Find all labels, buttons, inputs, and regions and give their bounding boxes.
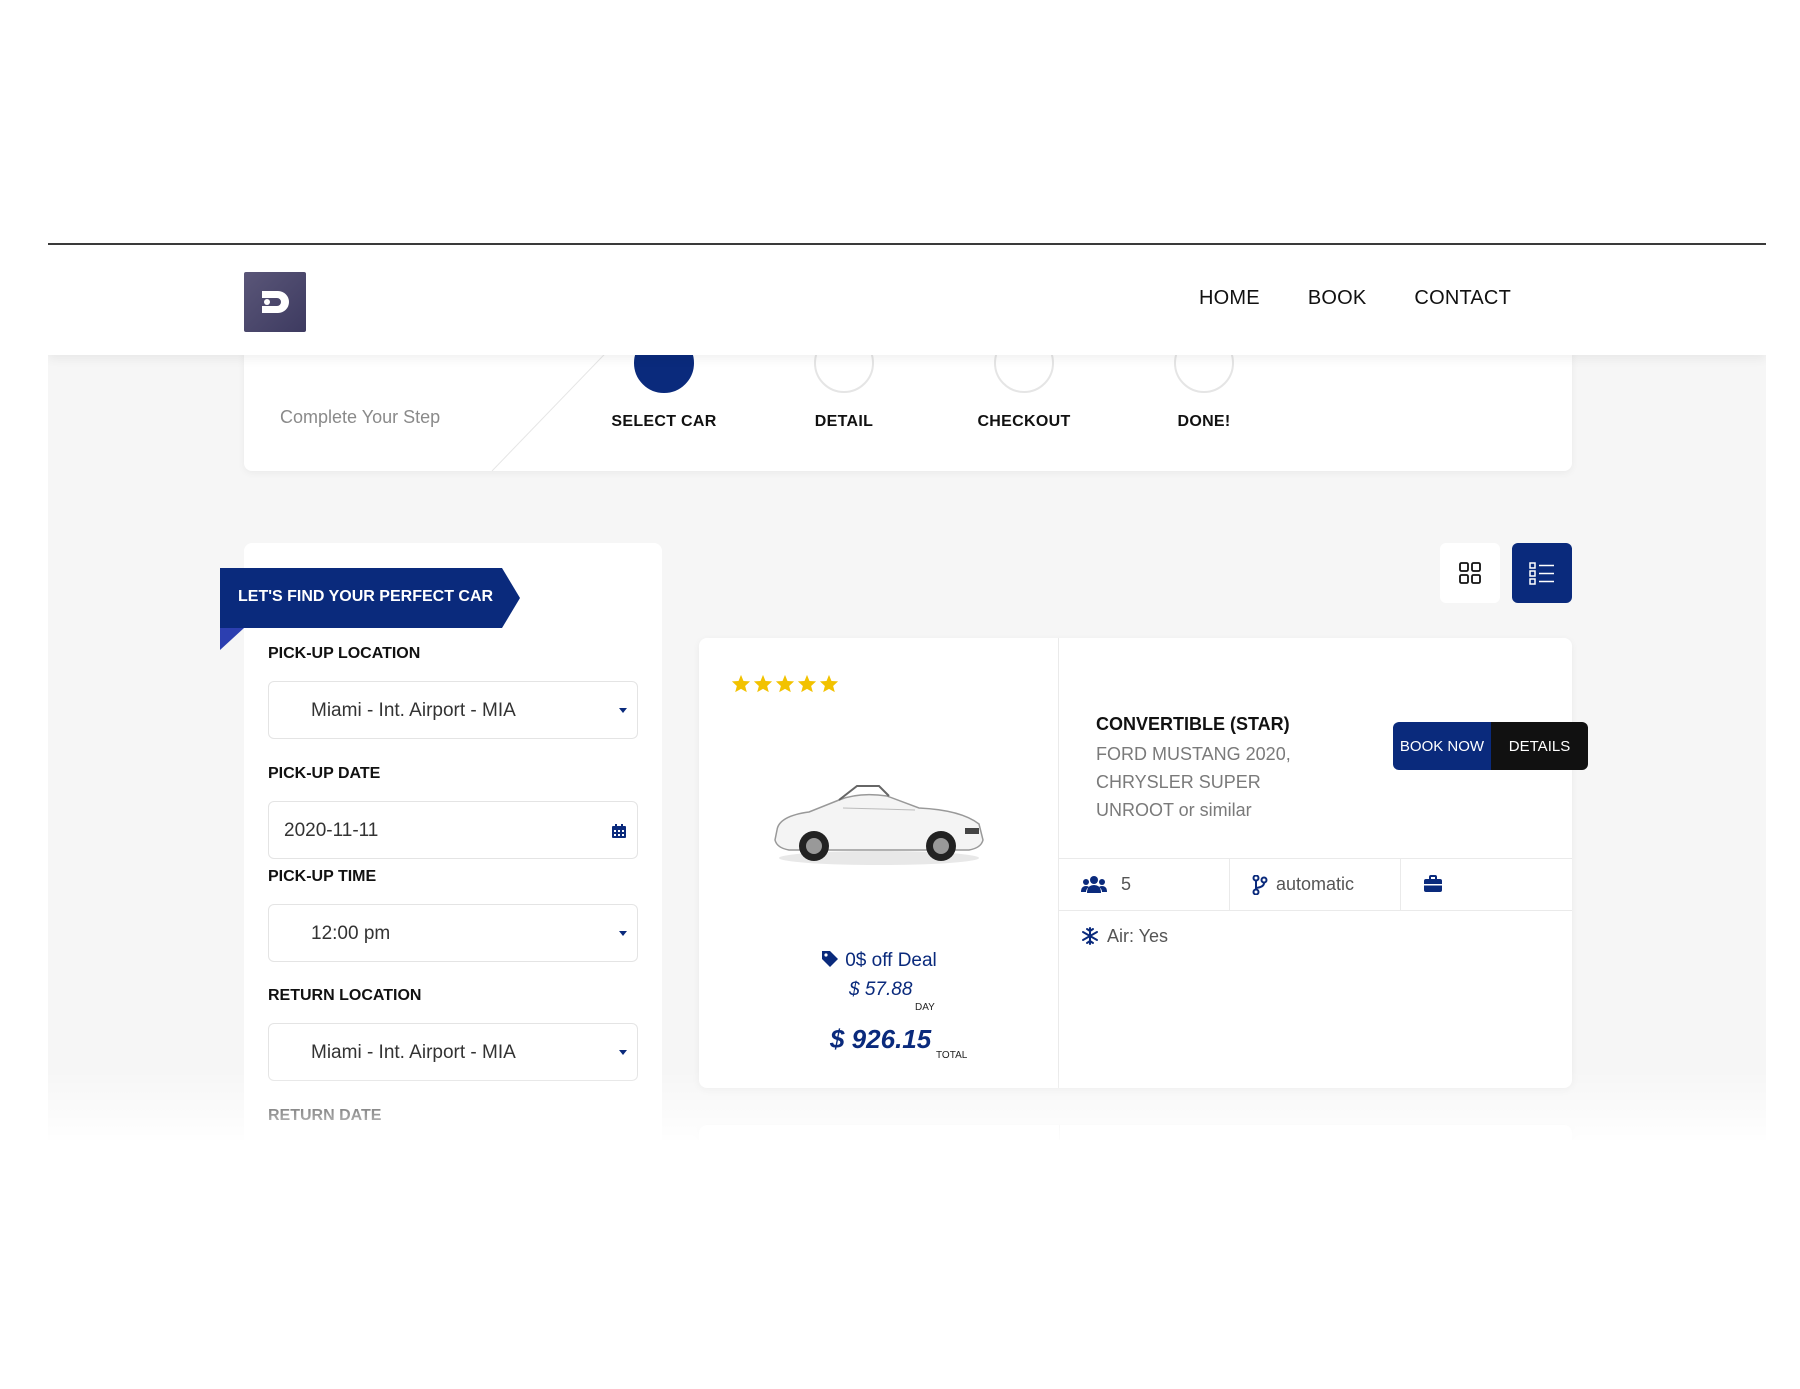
list-icon: [1529, 562, 1554, 585]
site-header: HOME BOOK CONTACT: [48, 245, 1766, 355]
pickup-date-field[interactable]: 2020-11-11: [268, 801, 638, 859]
return-location-value: Miami - Int. Airport - MIA: [311, 1042, 516, 1063]
spec-seats: 5: [1059, 859, 1230, 911]
chevron-down-icon: [619, 931, 627, 936]
ribbon-fold: [220, 628, 244, 650]
return-location-select[interactable]: Miami - Int. Airport - MIA: [268, 1023, 638, 1081]
nav-contact[interactable]: CONTACT: [1414, 287, 1511, 310]
deal-text: 0$ off Deal: [845, 950, 937, 971]
price-total-unit: TOTAL: [936, 1050, 968, 1061]
details-button[interactable]: DETAILS: [1491, 722, 1588, 770]
return-location-label: RETURN LOCATION: [268, 987, 422, 1004]
tag-icon: [822, 951, 839, 967]
price-total: $ 926.15: [830, 1024, 932, 1054]
card-divider: [1059, 1125, 1060, 1140]
step-label: DETAIL: [814, 413, 874, 430]
pickup-location-select[interactable]: Miami - Int. Airport - MIA: [268, 681, 638, 739]
spec-transmission: automatic: [1230, 859, 1401, 911]
pickup-time-label: PICK-UP TIME: [268, 868, 377, 885]
step-label: DONE!: [1177, 413, 1231, 430]
pickup-date-value: 2020-11-11: [284, 820, 379, 841]
chevron-down-icon: [619, 708, 627, 713]
price-per-day-unit: DAY: [915, 1002, 935, 1013]
step-detail[interactable]: DETAIL: [774, 333, 914, 430]
car-specs: 5 automatic: [1059, 858, 1572, 911]
calendar-icon[interactable]: [611, 823, 627, 839]
grid-view-button[interactable]: [1440, 543, 1500, 603]
price-per-day: $ 57.88: [849, 979, 913, 1000]
search-ribbon-title: LET'S FIND YOUR PERFECT CAR: [220, 568, 520, 628]
car-image: [774, 785, 984, 865]
search-sidebar: LET'S FIND YOUR PERFECT CAR PICK-UP LOCA…: [220, 543, 662, 1140]
seats-value: 5: [1121, 874, 1132, 894]
pickup-location-value: Miami - Int. Airport - MIA: [311, 700, 516, 721]
pickup-date-label: PICK-UP DATE: [268, 765, 381, 782]
snowflake-icon: [1082, 927, 1098, 945]
pickup-time-value: 12:00 pm: [311, 923, 391, 944]
step-done[interactable]: DONE!: [1134, 333, 1274, 430]
code-branch-icon: [1252, 875, 1268, 895]
spec-air: Air: Yes: [1081, 926, 1168, 947]
steps-subtitle: Complete Your Step: [280, 407, 441, 427]
step-checkout[interactable]: CHECKOUT: [954, 333, 1094, 430]
car-card: 0$ off Deal $ 57.88 DAY $ 926.15 TOTAL C…: [699, 638, 1588, 1088]
car-card-media: 0$ off Deal $ 57.88 DAY $ 926.15 TOTAL: [699, 638, 1059, 1088]
book-now-button[interactable]: BOOK NOW: [1393, 722, 1491, 770]
car-card-next: [699, 1125, 1572, 1140]
star-icon: [731, 674, 751, 693]
list-view-button[interactable]: [1512, 543, 1572, 603]
star-icon: [797, 674, 817, 693]
star-rating: [731, 674, 839, 693]
page-frame: Complete Your Step SELECT CAR DETAIL CHE…: [48, 243, 1766, 1140]
site-logo[interactable]: [244, 272, 306, 332]
chevron-down-icon: [619, 1050, 627, 1055]
star-icon: [819, 674, 839, 693]
nav-book[interactable]: BOOK: [1308, 287, 1367, 310]
car-subtitle: FORD MUSTANG 2020, CHRYSLER SUPER UNROOT…: [1096, 744, 1291, 820]
deal-label: 0$ off Deal: [699, 950, 1059, 972]
transmission-value: automatic: [1276, 874, 1355, 894]
star-icon: [775, 674, 795, 693]
users-icon: [1081, 876, 1107, 893]
grid-icon: [1459, 562, 1481, 584]
air-value: Air: Yes: [1107, 926, 1169, 946]
nav-home[interactable]: HOME: [1199, 287, 1260, 310]
step-select-car[interactable]: SELECT CAR: [594, 333, 734, 430]
main-nav: HOME BOOK CONTACT: [1199, 287, 1511, 310]
step-label: SELECT CAR: [611, 413, 717, 430]
spec-luggage: [1401, 859, 1572, 911]
car-title: CONVERTIBLE (STAR): [1096, 714, 1290, 734]
pickup-time-select[interactable]: 12:00 pm: [268, 904, 638, 962]
logo-mark-icon: [262, 291, 289, 313]
briefcase-icon: [1424, 875, 1442, 892]
pickup-location-label: PICK-UP LOCATION: [268, 645, 421, 662]
step-label: CHECKOUT: [977, 413, 1071, 430]
return-date-label: RETURN DATE: [268, 1107, 382, 1124]
star-icon: [753, 674, 773, 693]
